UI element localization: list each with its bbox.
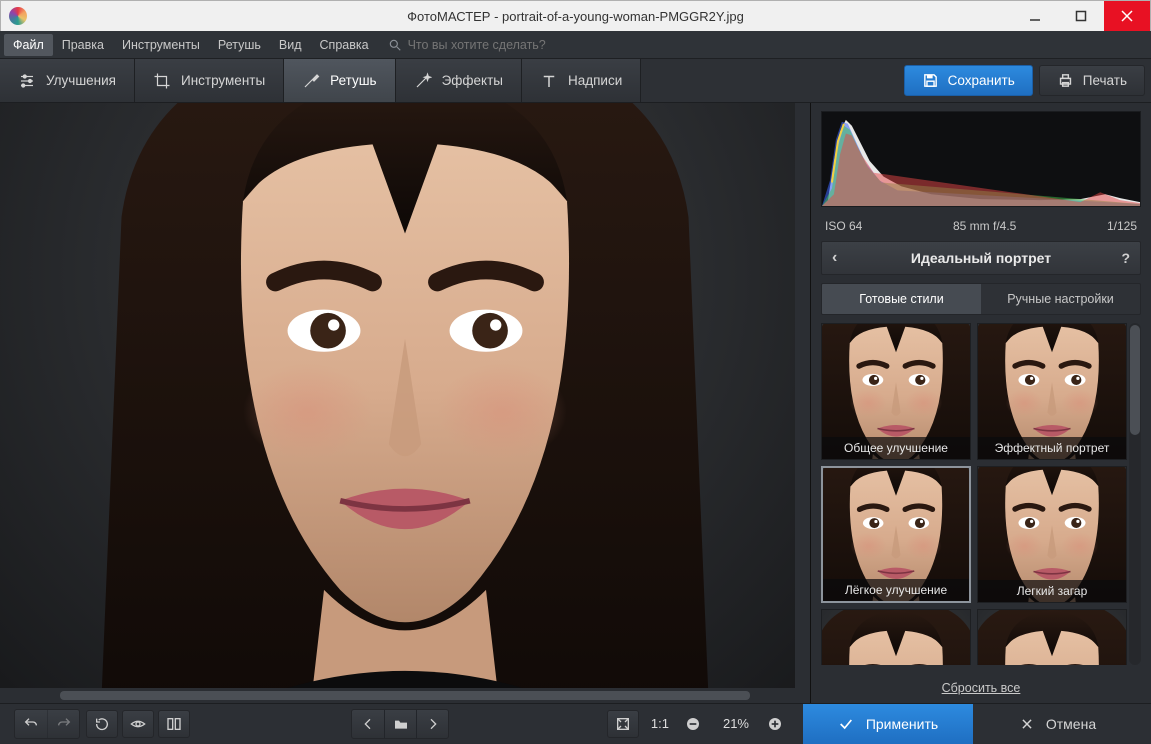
- menu-edit[interactable]: Правка: [53, 34, 113, 56]
- apply-label: Применить: [866, 716, 938, 732]
- cancel-button[interactable]: Отмена: [973, 704, 1143, 744]
- zoom-percent[interactable]: 21%: [713, 716, 759, 731]
- zoom-ratio[interactable]: 1:1: [643, 716, 677, 731]
- close-icon: [1020, 717, 1034, 731]
- preset-item[interactable]: Общее улучшение: [821, 323, 971, 460]
- panel-header: ‹ Идеальный портрет ?: [821, 241, 1141, 275]
- menu-retouch[interactable]: Ретушь: [209, 34, 270, 56]
- preset-item[interactable]: Эффектный портрет: [977, 323, 1127, 460]
- menu-help[interactable]: Справка: [311, 34, 378, 56]
- right-panel: ISO 64 85 mm f/4.5 1/125 ‹ Идеальный пор…: [811, 103, 1151, 703]
- menu-view[interactable]: Вид: [270, 34, 311, 56]
- tab-effects[interactable]: Эффекты: [396, 59, 522, 102]
- undo-button[interactable]: [15, 710, 47, 738]
- tab-label: Инструменты: [181, 73, 265, 88]
- canvas-scroll-horizontal[interactable]: [0, 688, 810, 703]
- tool-tabs: Улучшения Инструменты Ретушь Эффекты Над…: [0, 59, 1151, 103]
- minimize-button[interactable]: [1012, 1, 1058, 31]
- check-icon: [838, 716, 854, 732]
- app-icon: [9, 7, 27, 25]
- print-label: Печать: [1083, 73, 1127, 88]
- print-icon: [1057, 72, 1074, 89]
- cancel-label: Отмена: [1046, 716, 1096, 732]
- style-tabs: Готовые стили Ручные настройки: [821, 283, 1141, 315]
- histogram-info: ISO 64 85 mm f/4.5 1/125: [821, 215, 1141, 233]
- preset-item[interactable]: [977, 609, 1127, 665]
- prev-image-button[interactable]: [352, 710, 384, 738]
- print-button[interactable]: Печать: [1039, 65, 1145, 96]
- iso-value: ISO 64: [825, 219, 862, 233]
- reset-button[interactable]: [86, 710, 118, 738]
- bottom-bar: 1:1 21% Применить Отмена: [0, 703, 1151, 743]
- menubar: Файл Правка Инструменты Ретушь Вид Справ…: [0, 31, 1151, 59]
- menu-file[interactable]: Файл: [4, 34, 53, 56]
- preset-item[interactable]: Лёгкое улучшение: [821, 466, 971, 603]
- redo-button[interactable]: [47, 710, 79, 738]
- style-tab-presets[interactable]: Готовые стили: [822, 284, 981, 314]
- text-icon: [540, 72, 558, 90]
- tab-label: Надписи: [568, 73, 622, 88]
- menu-search[interactable]: [388, 38, 628, 52]
- preview-toggle[interactable]: [122, 710, 154, 738]
- sliders-icon: [18, 72, 36, 90]
- fit-screen-button[interactable]: [607, 710, 639, 738]
- tab-enhance[interactable]: Улучшения: [0, 59, 135, 102]
- menu-tools[interactable]: Инструменты: [113, 34, 209, 56]
- titlebar: ФотоМАСТЕР - portrait-of-a-young-woman-P…: [0, 0, 1151, 31]
- apply-button[interactable]: Применить: [803, 704, 973, 744]
- crop-icon: [153, 72, 171, 90]
- tab-retouch[interactable]: Ретушь: [284, 59, 395, 102]
- save-label: Сохранить: [948, 73, 1015, 88]
- style-tab-manual[interactable]: Ручные настройки: [981, 284, 1140, 314]
- portrait-image: [0, 103, 810, 688]
- brush-icon: [302, 72, 320, 90]
- canvas-area: [0, 103, 811, 703]
- wand-icon: [414, 72, 432, 90]
- zoom-in-button[interactable]: [759, 710, 791, 738]
- reset-all-link[interactable]: Сбросить все: [942, 681, 1021, 695]
- window-title: ФотоМАСТЕР - portrait-of-a-young-woman-P…: [1, 9, 1150, 24]
- search-input[interactable]: [408, 38, 628, 52]
- tab-text[interactable]: Надписи: [522, 59, 641, 102]
- next-image-button[interactable]: [416, 710, 448, 738]
- preset-label: Легкий загар: [978, 580, 1126, 602]
- panel-title: Идеальный портрет: [911, 250, 1051, 266]
- lens-value: 85 mm f/4.5: [953, 219, 1016, 233]
- tab-label: Эффекты: [442, 73, 503, 88]
- histogram[interactable]: [821, 111, 1141, 207]
- zoom-out-button[interactable]: [677, 710, 709, 738]
- tab-label: Ретушь: [330, 73, 376, 88]
- preset-label: Общее улучшение: [822, 437, 970, 459]
- panel-help-button[interactable]: ?: [1121, 250, 1130, 266]
- shutter-value: 1/125: [1107, 219, 1137, 233]
- panel-back-button[interactable]: ‹: [832, 249, 837, 267]
- presets-scrollbar[interactable]: [1129, 323, 1141, 665]
- image-canvas[interactable]: [0, 103, 810, 688]
- presets-grid: Общее улучшение Эффектный портрет Лёгкое…: [821, 323, 1141, 665]
- compare-button[interactable]: [158, 710, 190, 738]
- save-button[interactable]: Сохранить: [904, 65, 1033, 96]
- maximize-button[interactable]: [1058, 1, 1104, 31]
- tab-label: Улучшения: [46, 73, 116, 88]
- close-button[interactable]: [1104, 1, 1150, 31]
- preset-item[interactable]: [821, 609, 971, 665]
- tab-tools[interactable]: Инструменты: [135, 59, 284, 102]
- save-icon: [922, 72, 939, 89]
- browse-folder-button[interactable]: [384, 710, 416, 738]
- search-icon: [388, 38, 402, 52]
- preset-item[interactable]: Легкий загар: [977, 466, 1127, 603]
- preset-label: Эффектный портрет: [978, 437, 1126, 459]
- canvas-scroll-vertical[interactable]: [795, 103, 810, 688]
- preset-label: Лёгкое улучшение: [823, 579, 969, 601]
